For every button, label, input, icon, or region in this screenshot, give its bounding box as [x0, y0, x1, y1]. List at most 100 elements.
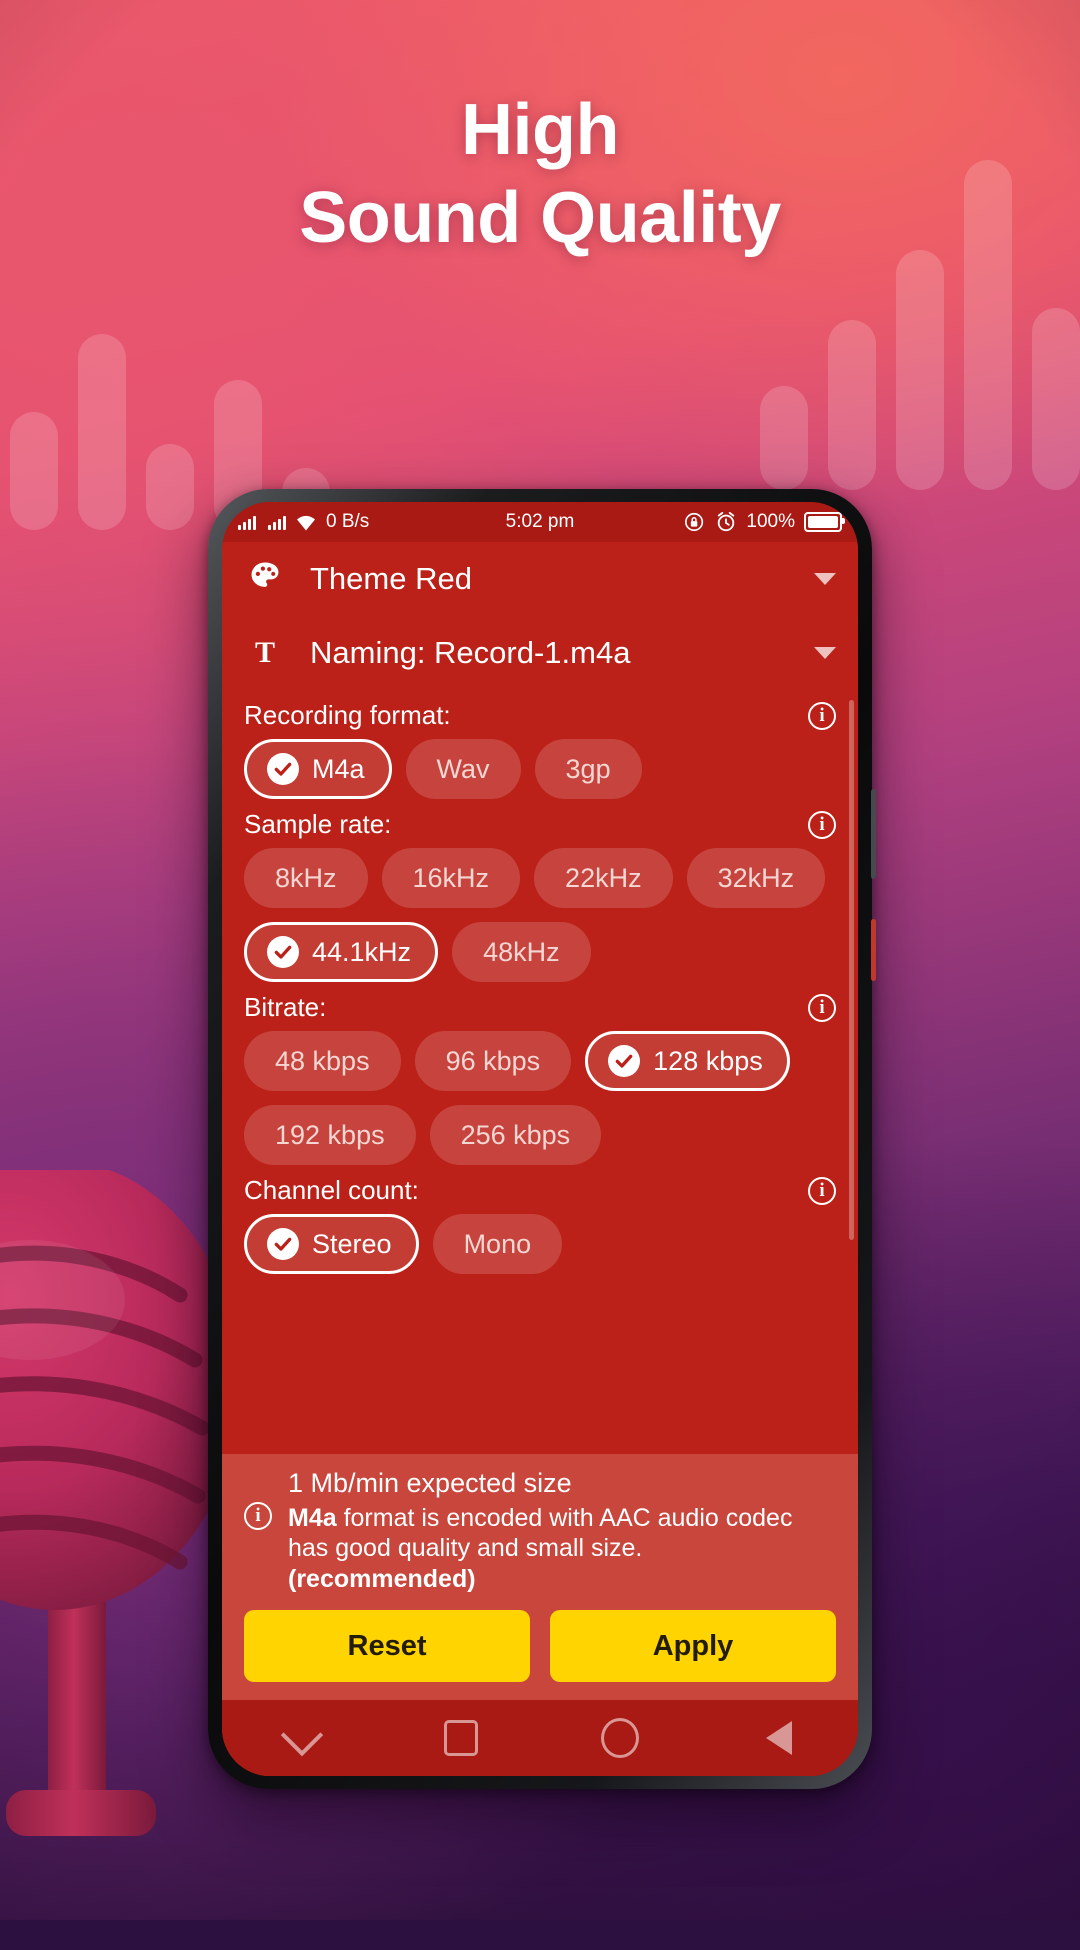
option-label: M4a	[312, 753, 365, 784]
battery-percent-label: 100%	[746, 511, 795, 532]
scrollbar-thumb[interactable]	[849, 700, 854, 1240]
status-bar: 0 B/s 5:02 pm 100%	[222, 502, 858, 542]
section-label: Bitrate:	[244, 992, 327, 1022]
option-chip-256kbps[interactable]: 256 kbps	[429, 1105, 602, 1165]
network-speed-label: 0 B/s	[326, 511, 370, 532]
expected-size-label: 1 Mb/min expected size	[288, 1467, 572, 1498]
home-circle-icon	[600, 1718, 639, 1758]
alarm-icon	[718, 511, 735, 532]
info-panel: i 1 Mb/min expected size M4a format is e…	[222, 1453, 858, 1604]
option-chip-wav[interactable]: Wav	[405, 739, 521, 799]
naming-label: Naming: Record-1.m4a	[310, 635, 631, 670]
option-label: 48 kbps	[275, 1045, 370, 1076]
signal-icon	[238, 514, 256, 530]
section-title-channel-count: Channel count: i	[244, 1175, 836, 1206]
option-label: 3gp	[565, 753, 611, 784]
volume-button[interactable]	[871, 919, 876, 981]
status-bar-right: 100%	[684, 511, 845, 533]
option-group-sample-rate: 8kHz 16kHz 22kHz 32kHz 44.1kHz 48kHz	[244, 848, 836, 982]
format-description: M4a format is encoded with AAC audio cod…	[288, 1503, 836, 1595]
section-title-bitrate: Bitrate: i	[244, 992, 836, 1023]
option-chip-16khz[interactable]: 16kHz	[381, 848, 521, 908]
settings-scroll-area[interactable]: Recording format: i M4a Wav 3gp Sample r…	[222, 690, 858, 1454]
option-chip-8khz[interactable]: 8kHz	[244, 848, 368, 908]
nav-recents-button[interactable]	[381, 1720, 540, 1756]
action-bar: Reset Apply	[222, 1604, 858, 1700]
signal-icon-secondary	[268, 514, 286, 530]
recents-square-icon	[443, 1720, 478, 1756]
option-chip-44-1khz[interactable]: 44.1kHz	[244, 922, 439, 982]
battery-icon	[804, 512, 845, 532]
info-icon-sample-rate[interactable]: i	[808, 810, 836, 839]
rotation-lock-icon	[685, 512, 704, 532]
check-icon	[267, 1228, 299, 1260]
info-icon-bitrate[interactable]: i	[808, 993, 836, 1022]
section-title-sample-rate: Sample rate: i	[244, 809, 836, 840]
naming-selector-row[interactable]: T Naming: Record-1.m4a	[222, 616, 858, 690]
nav-hide-keyboard-button[interactable]	[222, 1713, 381, 1757]
theme-label: Theme Red	[310, 561, 472, 596]
format-description-recommended: (recommended)	[288, 1564, 476, 1593]
chevron-down-icon-naming[interactable]	[814, 647, 836, 659]
option-label: 192 kbps	[275, 1119, 385, 1150]
option-label: 256 kbps	[460, 1119, 571, 1150]
info-texts: 1 Mb/min expected size M4a format is enc…	[288, 1468, 836, 1595]
wifi-icon	[297, 515, 315, 530]
option-label: Stereo	[312, 1228, 392, 1259]
format-description-body: format is encoded with AAC audio codec h…	[288, 1503, 793, 1563]
text-format-icon: T	[254, 636, 275, 669]
power-button[interactable]	[871, 789, 876, 879]
check-icon	[267, 936, 299, 968]
info-icon-summary: i	[244, 1501, 272, 1530]
nav-back-button[interactable]	[699, 1721, 858, 1755]
option-label: Wav	[436, 753, 490, 784]
app-content: Theme Red T Naming: Record-1.m4a Recordi…	[222, 542, 858, 1776]
option-label: Mono	[463, 1228, 532, 1259]
nav-home-button[interactable]	[540, 1718, 699, 1758]
option-chip-3gp[interactable]: 3gp	[534, 739, 642, 799]
info-icon-channel-count[interactable]: i	[808, 1176, 836, 1205]
option-chip-128kbps[interactable]: 128 kbps	[585, 1031, 790, 1091]
section-title-recording-format: Recording format: i	[244, 700, 836, 731]
phone-mockup: 0 B/s 5:02 pm 100% Theme Red T Naming: R…	[208, 489, 876, 1789]
info-icon-recording-format[interactable]: i	[808, 701, 836, 730]
option-label: 22kHz	[565, 862, 642, 893]
option-chip-stereo[interactable]: Stereo	[244, 1214, 419, 1274]
option-label: 44.1kHz	[312, 936, 412, 967]
android-navigation-bar	[222, 1700, 858, 1776]
chevron-down-icon-theme[interactable]	[814, 573, 836, 585]
back-triangle-icon	[765, 1721, 792, 1755]
option-label: 48kHz	[483, 936, 560, 967]
section-label: Sample rate:	[244, 809, 392, 839]
option-chip-48khz[interactable]: 48kHz	[452, 922, 591, 982]
promo-headline: High Sound Quality	[0, 90, 1080, 258]
section-label: Recording format:	[244, 700, 451, 730]
reset-button[interactable]: Reset	[244, 1610, 530, 1682]
option-label: 96 kbps	[445, 1045, 541, 1076]
option-label: 8kHz	[275, 862, 337, 893]
palette-icon	[244, 559, 286, 599]
check-icon	[608, 1045, 641, 1077]
section-label: Channel count:	[244, 1175, 419, 1205]
phone-screen: 0 B/s 5:02 pm 100% Theme Red T Naming: R…	[222, 502, 858, 1776]
option-chip-m4a[interactable]: M4a	[244, 739, 392, 799]
option-label: 16kHz	[412, 862, 490, 893]
apply-button[interactable]: Apply	[550, 1610, 836, 1682]
option-group-bitrate: 48 kbps 96 kbps 128 kbps 192 kbps 256 kb…	[244, 1031, 836, 1165]
status-bar-left: 0 B/s	[238, 511, 369, 533]
option-chip-96kbps[interactable]: 96 kbps	[414, 1031, 572, 1091]
option-label: 128 kbps	[653, 1045, 763, 1076]
option-chip-32khz[interactable]: 32kHz	[686, 848, 826, 908]
option-chip-192kbps[interactable]: 192 kbps	[244, 1105, 416, 1165]
option-chip-48kbps[interactable]: 48 kbps	[244, 1031, 401, 1091]
headline-line-1: High	[461, 90, 619, 170]
option-label: 32kHz	[717, 862, 795, 893]
option-chip-22khz[interactable]: 22kHz	[534, 848, 673, 908]
format-description-strong: M4a	[288, 1503, 337, 1532]
option-group-channel-count: Stereo Mono	[244, 1214, 836, 1274]
check-icon	[267, 753, 299, 785]
headline-line-2: Sound Quality	[299, 177, 781, 258]
option-group-recording-format: M4a Wav 3gp	[244, 739, 836, 799]
theme-selector-row[interactable]: Theme Red	[222, 542, 858, 616]
option-chip-mono[interactable]: Mono	[432, 1214, 563, 1274]
